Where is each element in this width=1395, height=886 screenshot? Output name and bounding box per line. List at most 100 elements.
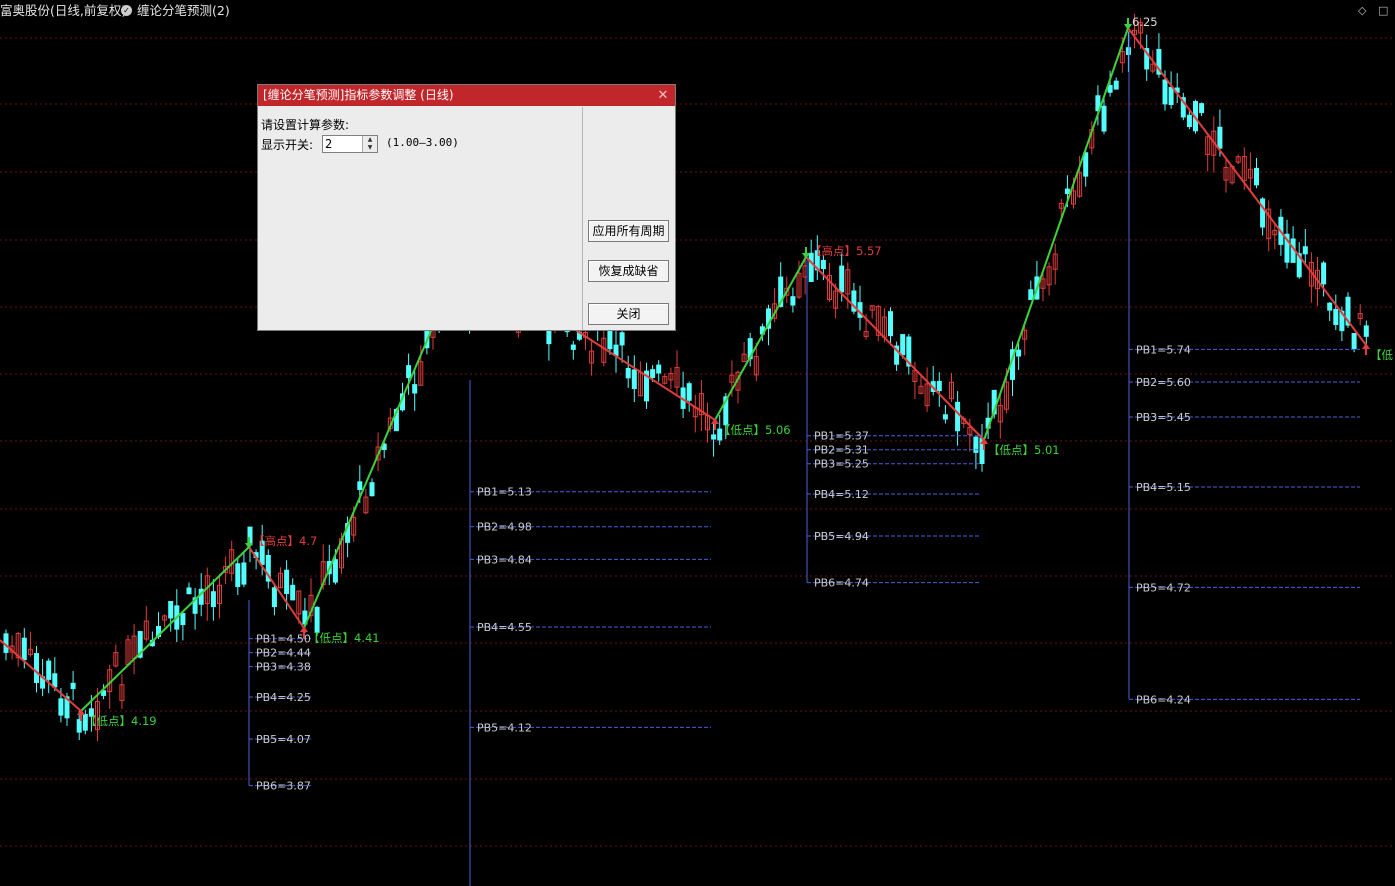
pivot-label: 【高点】4.7 [253,534,317,548]
chart-grid [0,37,1395,847]
pb-level-label: PB4=4.55 [477,621,532,634]
candle-body [888,311,893,337]
close-icon[interactable]: ✕ [655,85,671,106]
candle-body [46,660,52,680]
pb-level-label: PB5=4.94 [814,530,869,543]
check-circle-icon[interactable]: ✓ [121,5,132,16]
candle-body [631,369,637,390]
candle-body [900,334,906,356]
pb-level-label: PB3=5.45 [1136,411,1191,424]
candle-body [1101,105,1107,132]
candle-body [1199,103,1205,114]
candle-body [839,265,845,293]
stepper-down-icon[interactable]: ▼ [362,144,377,152]
pivot-label: 【高点】5.57 [810,244,882,258]
dialog-titlebar[interactable]: [缠论分笔预测]指标参数调整 (日线) ✕ [258,85,675,106]
pivot-label: 【低 [1370,348,1393,362]
pb-level-label: PB5=4.07 [256,733,311,746]
candle-body [1125,47,1131,55]
candle-body [52,673,58,688]
candle-body [235,563,241,588]
candle-body [570,344,576,350]
chan-stroke-segment [303,309,441,629]
candle-body [1016,349,1022,357]
candle-body [656,364,662,374]
candle-body [1254,167,1259,186]
chan-stroke-segment [983,27,1129,441]
kline-chart[interactable]: PB1=4.50PB2=4.44PB3=4.38 PB4=4.25 PB5=4.07… [0,0,1395,886]
candle-body [1351,332,1357,350]
pb-level-label: PB6=3.87 [256,780,311,793]
close-button[interactable]: 关闭 [588,303,669,325]
pb-level-label: PB2=5.60 [1136,376,1191,389]
pb-level-label: PB1=5.13 [477,486,532,499]
candle-body [180,613,186,626]
candle-body [1302,246,1308,255]
candle-body [70,682,76,690]
candle-body [406,365,412,379]
pivot-label: 【低点】4.41 [308,631,380,645]
pb-level-label: PB5=4.72 [1136,581,1191,594]
candle-body [186,587,192,595]
symbol-label: 富奥股份(日线,前复权) [0,3,127,18]
candle-body [58,698,64,716]
candle-body [284,569,290,594]
diamond-icon[interactable]: ◇ [1358,0,1366,22]
candle-body [790,296,796,306]
candle-body [168,601,174,619]
chan-stroke-segment [714,256,807,421]
candle-body [1162,79,1168,105]
param-range: (1.00—3.00) [386,136,459,149]
candle-body [942,414,948,420]
candle-body [210,591,216,608]
pb-level-label: PB6=4.24 [1136,693,1191,706]
param-stepper[interactable]: ▲ ▼ [322,135,378,153]
indicator-label[interactable]: 缠论分笔预测(2) [137,0,230,22]
pb-level-label: PB3=4.38 [256,661,311,674]
pb-level-label: PB3=5.25 [814,458,869,471]
candle-body [290,584,296,601]
candle-body [241,562,247,585]
param-label: 显示开关: [261,138,314,152]
dialog-divider [582,107,583,330]
up-arrow-icon [300,626,308,632]
pb-level-label: PB2=4.98 [477,521,532,534]
pivot-label: 【低点】5.01 [988,443,1060,457]
candle-body [1168,86,1174,105]
chan-stroke-segment [248,546,305,629]
pb-level-label: PB1=4.50 [256,633,311,646]
param-input[interactable] [325,136,361,152]
candle-body [686,383,692,401]
candle-body [619,332,625,346]
pb-level-label: PB1=5.74 [1136,343,1191,356]
dialog-title: [缠论分笔预测]指标参数调整 (日线) [263,88,454,102]
candle-body [1028,289,1034,301]
candle-body [1363,325,1369,337]
candle-body [76,719,82,733]
pb-level-label: PB2=4.44 [256,647,311,660]
candle-body [369,482,375,497]
apply-all-button[interactable]: 应用所有周期 [588,220,669,242]
candle-body [332,559,338,583]
candle-body [1333,308,1339,326]
candle-body [1321,262,1327,285]
chart-header: 富奥股份(日线,前复权) ✓ 缠论分笔预测(2) ◇ □ [0,0,1395,22]
down-arrow-icon [1124,24,1132,30]
square-icon[interactable]: □ [1378,0,1388,22]
candle-body [1083,152,1089,177]
candle-body [711,434,717,440]
candle-body [955,401,961,432]
param-dialog: [缠论分笔预测]指标参数调整 (日线) ✕ 请设置计算参数: 显示开关: ▲ ▼… [257,84,676,331]
candle-body [820,259,826,270]
candle-body [1113,80,1119,90]
candle-body [1260,198,1266,228]
prompt-text: 请设置计算参数: [261,118,350,132]
chan-stroke-segment [80,546,250,712]
pb-level-label: PB6=4.74 [814,577,869,590]
chan-stroke-segment [559,319,716,421]
chan-strokes [0,27,1367,712]
candle-body [1107,84,1113,93]
restore-default-button[interactable]: 恢复成缺省 [588,260,669,282]
down-arrow-icon [245,543,253,549]
pb-level-label: PB2=5.31 [814,444,869,457]
